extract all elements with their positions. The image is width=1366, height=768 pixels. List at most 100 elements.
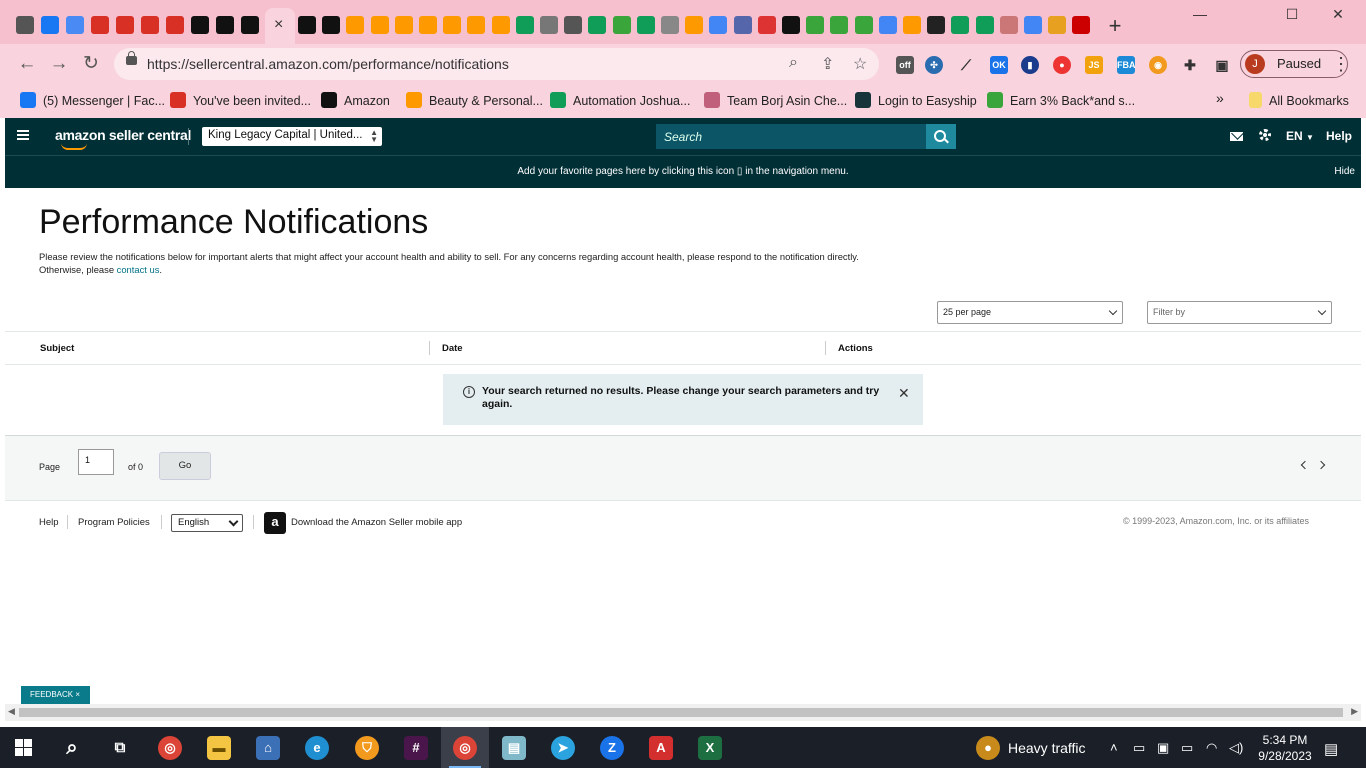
- notifications-icon[interactable]: ▤: [1324, 740, 1338, 758]
- display-icon[interactable]: ▣: [1157, 740, 1169, 756]
- tab-favicon-icon[interactable]: [16, 16, 34, 34]
- extension-pokeball-icon[interactable]: ●: [1053, 56, 1071, 74]
- scrollbar-thumb[interactable]: [19, 708, 1343, 717]
- network-app-icon[interactable]: ⌂: [256, 736, 280, 760]
- extension-cursor-icon[interactable]: ⟋: [957, 56, 975, 74]
- footer-help-link[interactable]: Help: [39, 517, 59, 528]
- help-link[interactable]: Help: [1326, 129, 1352, 143]
- bookmark-star-icon[interactable]: ☆: [853, 54, 867, 74]
- file-explorer-icon[interactable]: ▬: [207, 736, 231, 760]
- chrome-menu-icon[interactable]: ⋮: [1332, 54, 1350, 75]
- bookmark-item[interactable]: Earn 3% Back*and s...: [987, 92, 1135, 108]
- column-subject[interactable]: Subject: [40, 343, 74, 354]
- tab-favicon-icon[interactable]: [636, 16, 655, 34]
- hide-banner-button[interactable]: Hide: [1334, 166, 1355, 177]
- chrome-icon[interactable]: ◎: [158, 736, 182, 760]
- scroll-right-icon[interactable]: ▶: [1351, 706, 1358, 717]
- volume-icon[interactable]: ◁): [1229, 740, 1243, 756]
- tab-favicon-icon[interactable]: [612, 16, 631, 34]
- reload-button[interactable]: ↻: [79, 52, 103, 76]
- search-icon[interactable]: ⌕: [60, 736, 84, 760]
- extension-orange-icon[interactable]: ◉: [1149, 56, 1167, 74]
- tab-favicon-icon[interactable]: [443, 16, 462, 34]
- tab-favicon-icon[interactable]: [1024, 16, 1042, 34]
- address-bar[interactable]: https://sellercentral.amazon.com/perform…: [114, 48, 879, 80]
- column-date[interactable]: Date: [442, 343, 463, 354]
- language-dropdown[interactable]: EN ▼: [1286, 129, 1314, 143]
- tab-favicon-icon[interactable]: [782, 16, 800, 34]
- zoom-icon[interactable]: ⌕: [789, 54, 798, 72]
- bookmark-item[interactable]: (5) Messenger | Fac...: [20, 92, 165, 108]
- bookmarks-overflow-button[interactable]: »: [1216, 90, 1224, 106]
- search-button[interactable]: [926, 124, 956, 149]
- tab-favicon-icon[interactable]: [116, 16, 134, 34]
- download-app-link[interactable]: Download the Amazon Seller mobile app: [291, 517, 462, 528]
- tab-favicon-icon[interactable]: [515, 16, 534, 34]
- tab-favicon-icon[interactable]: [999, 16, 1018, 34]
- maximize-button[interactable]: ☐: [1269, 6, 1315, 23]
- extension-ok-icon[interactable]: OK: [990, 56, 1008, 74]
- battery-icon[interactable]: ▭: [1181, 740, 1193, 756]
- close-window-button[interactable]: ✕: [1315, 6, 1361, 23]
- tab-favicon-icon[interactable]: [66, 16, 84, 34]
- tab-favicon-icon[interactable]: [830, 16, 849, 34]
- side-panel-icon[interactable]: ▣: [1213, 56, 1231, 74]
- tab-favicon-icon[interactable]: [166, 16, 184, 34]
- tab-favicon-icon[interactable]: [661, 16, 679, 34]
- windows-start-icon[interactable]: [15, 739, 32, 756]
- url-text[interactable]: https://sellercentral.amazon.com/perform…: [147, 56, 509, 72]
- tab-favicon-icon[interactable]: [951, 16, 970, 34]
- tab-favicon-icon[interactable]: [975, 16, 994, 34]
- page-number-input[interactable]: 1: [78, 449, 114, 475]
- bookmark-item[interactable]: Automation Joshua...: [550, 92, 690, 108]
- tab-favicon-icon[interactable]: [298, 16, 316, 34]
- feedback-button[interactable]: FEEDBACK ×: [21, 686, 90, 704]
- chrome-profile-icon[interactable]: ◎: [453, 736, 477, 760]
- tab-favicon-icon[interactable]: [141, 16, 159, 34]
- bookmark-item[interactable]: Team Borj Asin Che...: [704, 92, 847, 108]
- all-bookmarks-button[interactable]: All Bookmarks: [1249, 92, 1349, 108]
- tab-favicon-icon[interactable]: [191, 16, 209, 34]
- bookmark-item[interactable]: Beauty & Personal...: [406, 92, 543, 108]
- meet-now-icon[interactable]: ▭: [1133, 740, 1145, 756]
- close-alert-button[interactable]: ✕: [898, 385, 910, 402]
- menu-icon[interactable]: [17, 130, 29, 140]
- language-select[interactable]: English: [171, 514, 243, 532]
- notepad-icon[interactable]: ▤: [502, 736, 526, 760]
- pdf-icon[interactable]: A: [649, 736, 673, 760]
- brave-icon[interactable]: ⛉: [355, 736, 379, 760]
- tab-favicon-icon[interactable]: [467, 16, 486, 34]
- tab-favicon-icon[interactable]: [241, 16, 259, 34]
- tab-favicon-icon[interactable]: [564, 16, 583, 34]
- tab-favicon-icon[interactable]: [322, 16, 341, 34]
- telegram-icon[interactable]: ➤: [551, 736, 575, 760]
- weather-text[interactable]: Heavy traffic: [1008, 740, 1086, 756]
- program-policies-link[interactable]: Program Policies: [78, 517, 150, 528]
- extension-js-icon[interactable]: JS: [1085, 56, 1103, 74]
- tab-favicon-icon[interactable]: [903, 16, 921, 34]
- tab-favicon-icon[interactable]: [854, 16, 873, 34]
- extensions-puzzle-icon[interactable]: ✚: [1181, 56, 1199, 74]
- excel-icon[interactable]: X: [698, 736, 722, 760]
- tab-favicon-icon[interactable]: [394, 16, 413, 34]
- tab-favicon-icon[interactable]: [709, 16, 728, 34]
- next-page-icon[interactable]: [1316, 460, 1326, 470]
- extension-dots-icon[interactable]: ✣: [925, 56, 943, 74]
- tab-favicon-icon[interactable]: [757, 16, 776, 34]
- tab-favicon-icon[interactable]: [41, 16, 59, 34]
- tab-favicon-icon[interactable]: [540, 16, 558, 34]
- minimize-button[interactable]: —: [1177, 6, 1223, 22]
- bookmark-item[interactable]: Login to Easyship: [855, 92, 977, 108]
- tab-favicon-icon[interactable]: [1048, 16, 1067, 34]
- tab-favicon-icon[interactable]: [91, 16, 109, 34]
- bookmark-item[interactable]: Amazon: [321, 92, 390, 108]
- tab-favicon-icon[interactable]: [346, 16, 365, 34]
- tab-favicon-icon[interactable]: [927, 16, 946, 34]
- tab-favicon-icon[interactable]: [733, 16, 752, 34]
- tab-favicon-icon[interactable]: [588, 16, 607, 34]
- horizontal-scrollbar[interactable]: ◀ ▶: [5, 704, 1361, 721]
- per-page-select[interactable]: 25 per page: [937, 301, 1123, 324]
- wifi-icon[interactable]: ◠: [1206, 740, 1217, 756]
- extension-off-icon[interactable]: off: [896, 56, 914, 74]
- forward-button[interactable]: →: [47, 52, 71, 76]
